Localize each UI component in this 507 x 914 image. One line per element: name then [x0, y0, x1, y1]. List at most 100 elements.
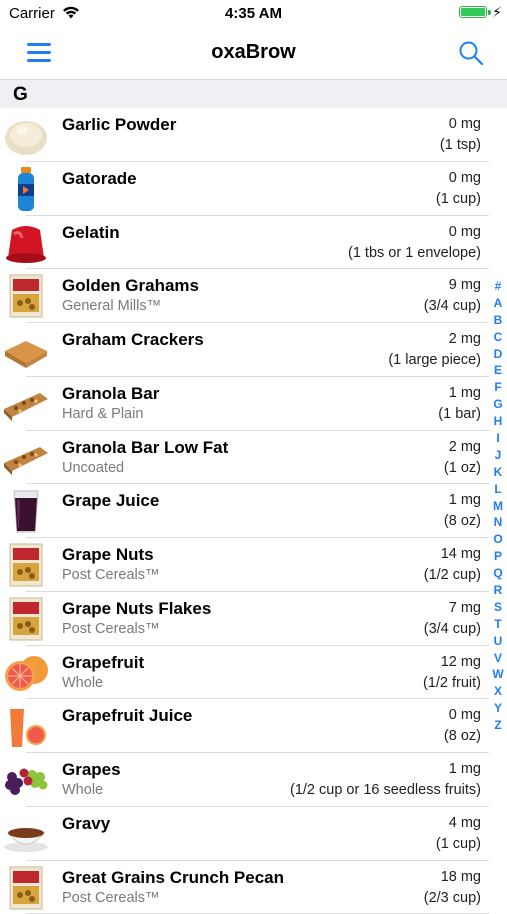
index-letter[interactable]: R	[489, 582, 507, 599]
index-letter[interactable]: F	[489, 379, 507, 396]
grapes-image	[2, 757, 50, 803]
item-oxalate-amount: 4 mg	[449, 815, 481, 831]
item-oxalate-amount: 9 mg	[449, 277, 481, 293]
item-oxalate-amount: 0 mg	[449, 707, 481, 723]
status-bar: Carrier 4:35 AM ⚡	[0, 0, 507, 28]
index-letter[interactable]: K	[489, 464, 507, 481]
index-letter[interactable]: C	[489, 329, 507, 346]
index-letter[interactable]: J	[489, 447, 507, 464]
index-letter[interactable]: D	[489, 346, 507, 363]
index-letter[interactable]: #	[489, 278, 507, 295]
index-letter[interactable]: G	[489, 396, 507, 413]
item-serving-size: (8 oz)	[444, 513, 481, 529]
index-letter[interactable]: E	[489, 362, 507, 379]
item-serving-size: (1 large piece)	[388, 352, 481, 368]
item-oxalate-amount: 7 mg	[449, 600, 481, 616]
item-name: Grapefruit	[62, 653, 144, 673]
index-letter[interactable]: P	[489, 548, 507, 565]
index-letter[interactable]: O	[489, 531, 507, 548]
granola-bar-image	[2, 435, 50, 481]
item-subtitle: Uncoated	[62, 460, 124, 476]
gravy-boat-image	[2, 811, 50, 857]
list-item[interactable]: Grape Juice 1 mg (8 oz)	[0, 484, 507, 538]
section-header: G	[0, 80, 507, 108]
item-name: Gelatin	[62, 223, 120, 243]
item-name: Grape Nuts Flakes	[62, 599, 211, 619]
index-letter[interactable]: U	[489, 633, 507, 650]
gatorade-bottle-image	[2, 166, 50, 212]
item-serving-size: (1/2 cup or 16 seedless fruits)	[290, 782, 481, 798]
list-item[interactable]: Gatorade 0 mg (1 cup)	[0, 162, 507, 216]
item-oxalate-amount: 1 mg	[449, 385, 481, 401]
list-item[interactable]: Gelatin 0 mg (1 tbs or 1 envelope)	[0, 216, 507, 270]
item-subtitle: Post Cereals™	[62, 890, 160, 906]
item-name: Great Grains Crunch Pecan	[62, 868, 284, 888]
item-serving-size: (3/4 cup)	[424, 298, 481, 314]
index-letter[interactable]: V	[489, 650, 507, 667]
list-item[interactable]: Grapefruit Juice 0 mg (8 oz)	[0, 699, 507, 753]
grape-juice-glass-image	[2, 488, 50, 534]
index-letter[interactable]: H	[489, 413, 507, 430]
item-subtitle: Post Cereals™	[62, 621, 160, 637]
index-letter[interactable]: I	[489, 430, 507, 447]
index-letter[interactable]: M	[489, 498, 507, 515]
section-letter: G	[13, 84, 28, 106]
index-letter[interactable]: Q	[489, 565, 507, 582]
list-item[interactable]: Graham Crackers 2 mg (1 large piece)	[0, 323, 507, 377]
index-letter[interactable]: B	[489, 312, 507, 329]
item-name: Grape Juice	[62, 491, 159, 511]
item-name: Golden Grahams	[62, 276, 199, 296]
item-name: Graham Crackers	[62, 330, 204, 350]
list-item[interactable]: Golden Grahams General Mills™ 9 mg (3/4 cup…	[0, 269, 507, 323]
item-subtitle: Whole	[62, 782, 103, 798]
item-subtitle: Hard & Plain	[62, 406, 143, 422]
item-name: Gravy	[62, 814, 110, 834]
index-letter[interactable]: Y	[489, 700, 507, 717]
item-oxalate-amount: 1 mg	[449, 492, 481, 508]
item-oxalate-amount: 0 mg	[449, 170, 481, 186]
index-letter[interactable]: Z	[489, 717, 507, 734]
index-letter[interactable]: W	[489, 666, 507, 683]
list-item[interactable]: Granola Bar Low FatUncoated2 mg(1 oz)	[0, 431, 507, 485]
item-subtitle: Whole	[62, 675, 103, 691]
item-name: Granola Bar	[62, 384, 159, 404]
alphabet-index[interactable]: #ABCDEFGHIJKLMNOPQRSTUVWXYZ	[489, 278, 507, 734]
index-letter[interactable]: X	[489, 683, 507, 700]
cereal-box-image	[2, 865, 50, 911]
item-subtitle: General Mills™	[62, 298, 161, 314]
item-name: Grapes	[62, 760, 121, 780]
item-oxalate-amount: 12 mg	[441, 654, 481, 670]
index-letter[interactable]: L	[489, 481, 507, 498]
item-serving-size: (1 oz)	[444, 460, 481, 476]
item-oxalate-amount: 18 mg	[441, 869, 481, 885]
search-icon[interactable]	[458, 40, 484, 66]
list-item[interactable]: Grape Nuts FlakesPost Cereals™7 mg(3/4 c…	[0, 592, 507, 646]
list-item[interactable]: Grape NutsPost Cereals™14 mg(1/2 cup)	[0, 538, 507, 592]
navigation-bar: oxaBrow	[0, 28, 507, 80]
item-serving-size: (2/3 cup)	[424, 890, 481, 906]
item-serving-size: (1 cup)	[436, 836, 481, 852]
granola-bar-image	[2, 381, 50, 427]
charging-bolt-icon: ⚡	[492, 4, 502, 21]
list-item[interactable]: Great Grains Crunch Pecan Post Cereals™ 18…	[0, 861, 507, 914]
garlic-powder-image	[2, 112, 50, 158]
item-subtitle: Post Cereals™	[62, 567, 160, 583]
list-item[interactable]: Gravy 4 mg (1 cup)	[0, 807, 507, 861]
item-oxalate-amount: 0 mg	[449, 224, 481, 240]
index-letter[interactable]: T	[489, 616, 507, 633]
index-letter[interactable]: N	[489, 514, 507, 531]
app-title: oxaBrow	[0, 41, 507, 64]
item-name: Grapefruit Juice	[62, 706, 192, 726]
item-serving-size: (1 cup)	[436, 191, 481, 207]
list-item[interactable]: GrapesWhole1 mg(1/2 cup or 16 seedless f…	[0, 753, 507, 807]
index-letter[interactable]: S	[489, 599, 507, 616]
list-item[interactable]: Granola BarHard & Plain1 mg(1 bar)	[0, 377, 507, 431]
item-name: Gatorade	[62, 169, 137, 189]
list-item[interactable]: GrapefruitWhole12 mg(1/2 fruit)	[0, 646, 507, 700]
item-serving-size: (1 tbs or 1 envelope)	[348, 245, 481, 261]
list-item[interactable]: Garlic Powder0 mg(1 tsp)	[0, 108, 507, 162]
cereal-box-image	[2, 542, 50, 588]
item-serving-size: (8 oz)	[444, 728, 481, 744]
item-oxalate-amount: 2 mg	[449, 331, 481, 347]
index-letter[interactable]: A	[489, 295, 507, 312]
